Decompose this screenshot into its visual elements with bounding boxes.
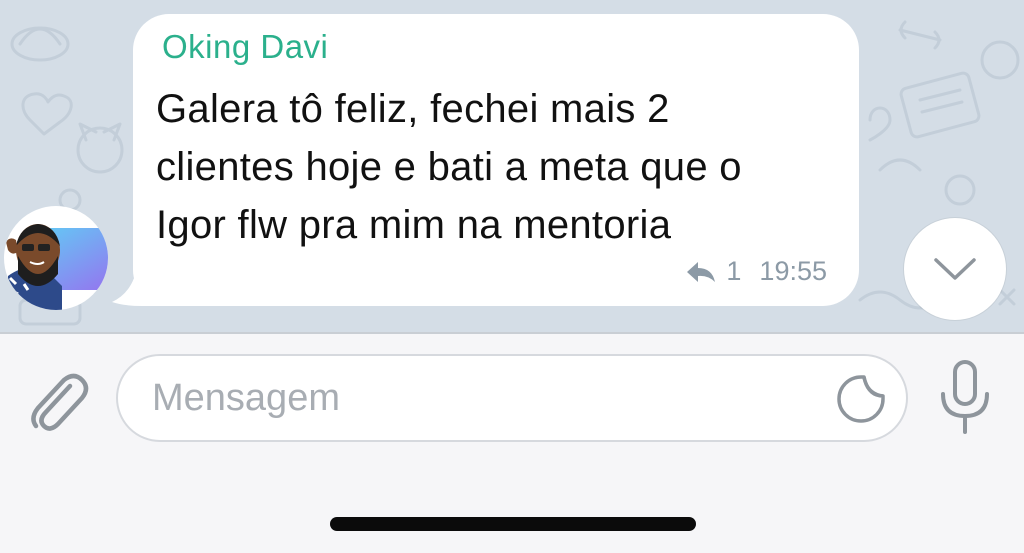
message-line: clientes hoje e bati a meta que o: [156, 145, 742, 189]
message-input[interactable]: [152, 356, 812, 440]
chat-area[interactable]: Oking Davi Galera tô feliz, fechei mais …: [0, 0, 1024, 332]
sticker-button[interactable]: [836, 374, 886, 424]
avatar-memoji-icon: [6, 224, 108, 310]
chevron-down-icon: [934, 258, 976, 280]
message-field[interactable]: [116, 354, 908, 442]
message-bubble[interactable]: Oking Davi Galera tô feliz, fechei mais …: [133, 14, 859, 306]
message-time: 19:55: [759, 256, 827, 286]
paperclip-icon: [31, 373, 89, 431]
microphone-button[interactable]: [934, 358, 996, 438]
message-composer: [0, 334, 1024, 553]
sender-avatar[interactable]: [4, 206, 108, 310]
message-line: Igor flw pra mim na mentoria: [156, 203, 672, 247]
sticker-icon: [837, 375, 885, 423]
sender-name[interactable]: Oking Davi: [162, 28, 328, 66]
scroll-to-bottom-button[interactable]: [904, 218, 1006, 320]
telegram-chat-screen: Oking Davi Galera tô feliz, fechei mais …: [0, 0, 1024, 553]
attach-button[interactable]: [26, 368, 92, 434]
message-text: Galera tô feliz, fechei mais 2 clientes …: [156, 80, 846, 254]
home-indicator[interactable]: [330, 517, 696, 531]
microphone-icon: [941, 360, 989, 434]
reply-count[interactable]: 1: [726, 256, 741, 287]
message-meta: 1 19:55: [686, 256, 827, 287]
reply-arrow-icon[interactable]: [686, 260, 716, 284]
message-line: Galera tô feliz, fechei mais 2: [156, 87, 670, 131]
